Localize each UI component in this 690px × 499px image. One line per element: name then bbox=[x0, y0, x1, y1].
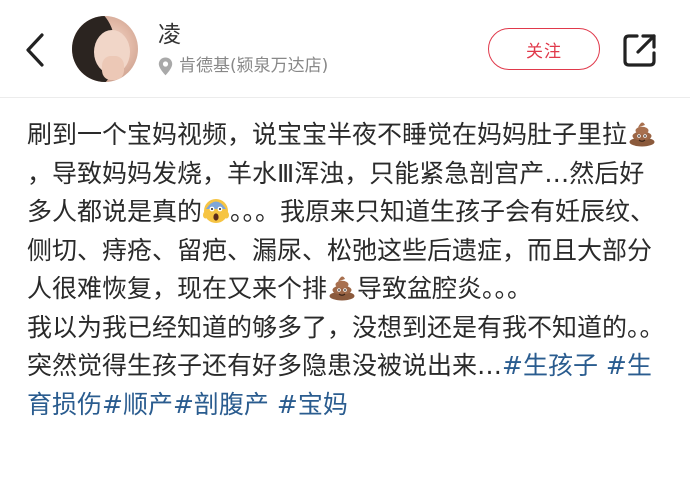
follow-button[interactable]: 关注 bbox=[488, 28, 600, 70]
post-content: 刷到一个宝妈视频，说宝宝半夜不睡觉在妈妈肚子里拉 ，导致妈妈发烧，羊水Ⅲ浑浊，只… bbox=[27, 116, 667, 424]
face-screaming-emoji-icon bbox=[203, 199, 230, 223]
poop-emoji-icon bbox=[629, 122, 655, 147]
post-paragraph-2: 我以为我已经知道的够多了，没想到还是有我不知道的。。突然觉得生孩子还有好多隐患没… bbox=[27, 309, 667, 425]
location-label: 肯德基(颍泉万达店) bbox=[179, 56, 329, 76]
post-paragraph-1: 刷到一个宝妈视频，说宝宝半夜不睡觉在妈妈肚子里拉 ，导致妈妈发烧，羊水Ⅲ浑浊，只… bbox=[27, 116, 667, 309]
hashtag-link[interactable]: #宝妈 bbox=[277, 390, 348, 419]
avatar[interactable] bbox=[72, 16, 138, 82]
hashtag-link[interactable]: #生孩子 bbox=[502, 351, 598, 380]
chevron-left-icon[interactable] bbox=[18, 30, 52, 70]
location-tag[interactable]: 肯德基(颍泉万达店) bbox=[158, 54, 328, 78]
hashtag-link[interactable]: #顺产 bbox=[102, 390, 173, 419]
hashtag-link[interactable]: #剖腹产 bbox=[173, 390, 269, 419]
post-header: 凌 肯德基(颍泉万达店) 关注 bbox=[0, 0, 690, 98]
post-text-4: 导致盆腔炎。。。 bbox=[357, 274, 533, 303]
poop-emoji-icon bbox=[329, 276, 355, 301]
share-icon[interactable] bbox=[622, 32, 658, 68]
username[interactable]: 凌 bbox=[158, 20, 181, 50]
post-text-1: 刷到一个宝妈视频，说宝宝半夜不睡觉在妈妈肚子里拉 bbox=[27, 120, 628, 149]
location-pin-icon bbox=[158, 57, 173, 75]
